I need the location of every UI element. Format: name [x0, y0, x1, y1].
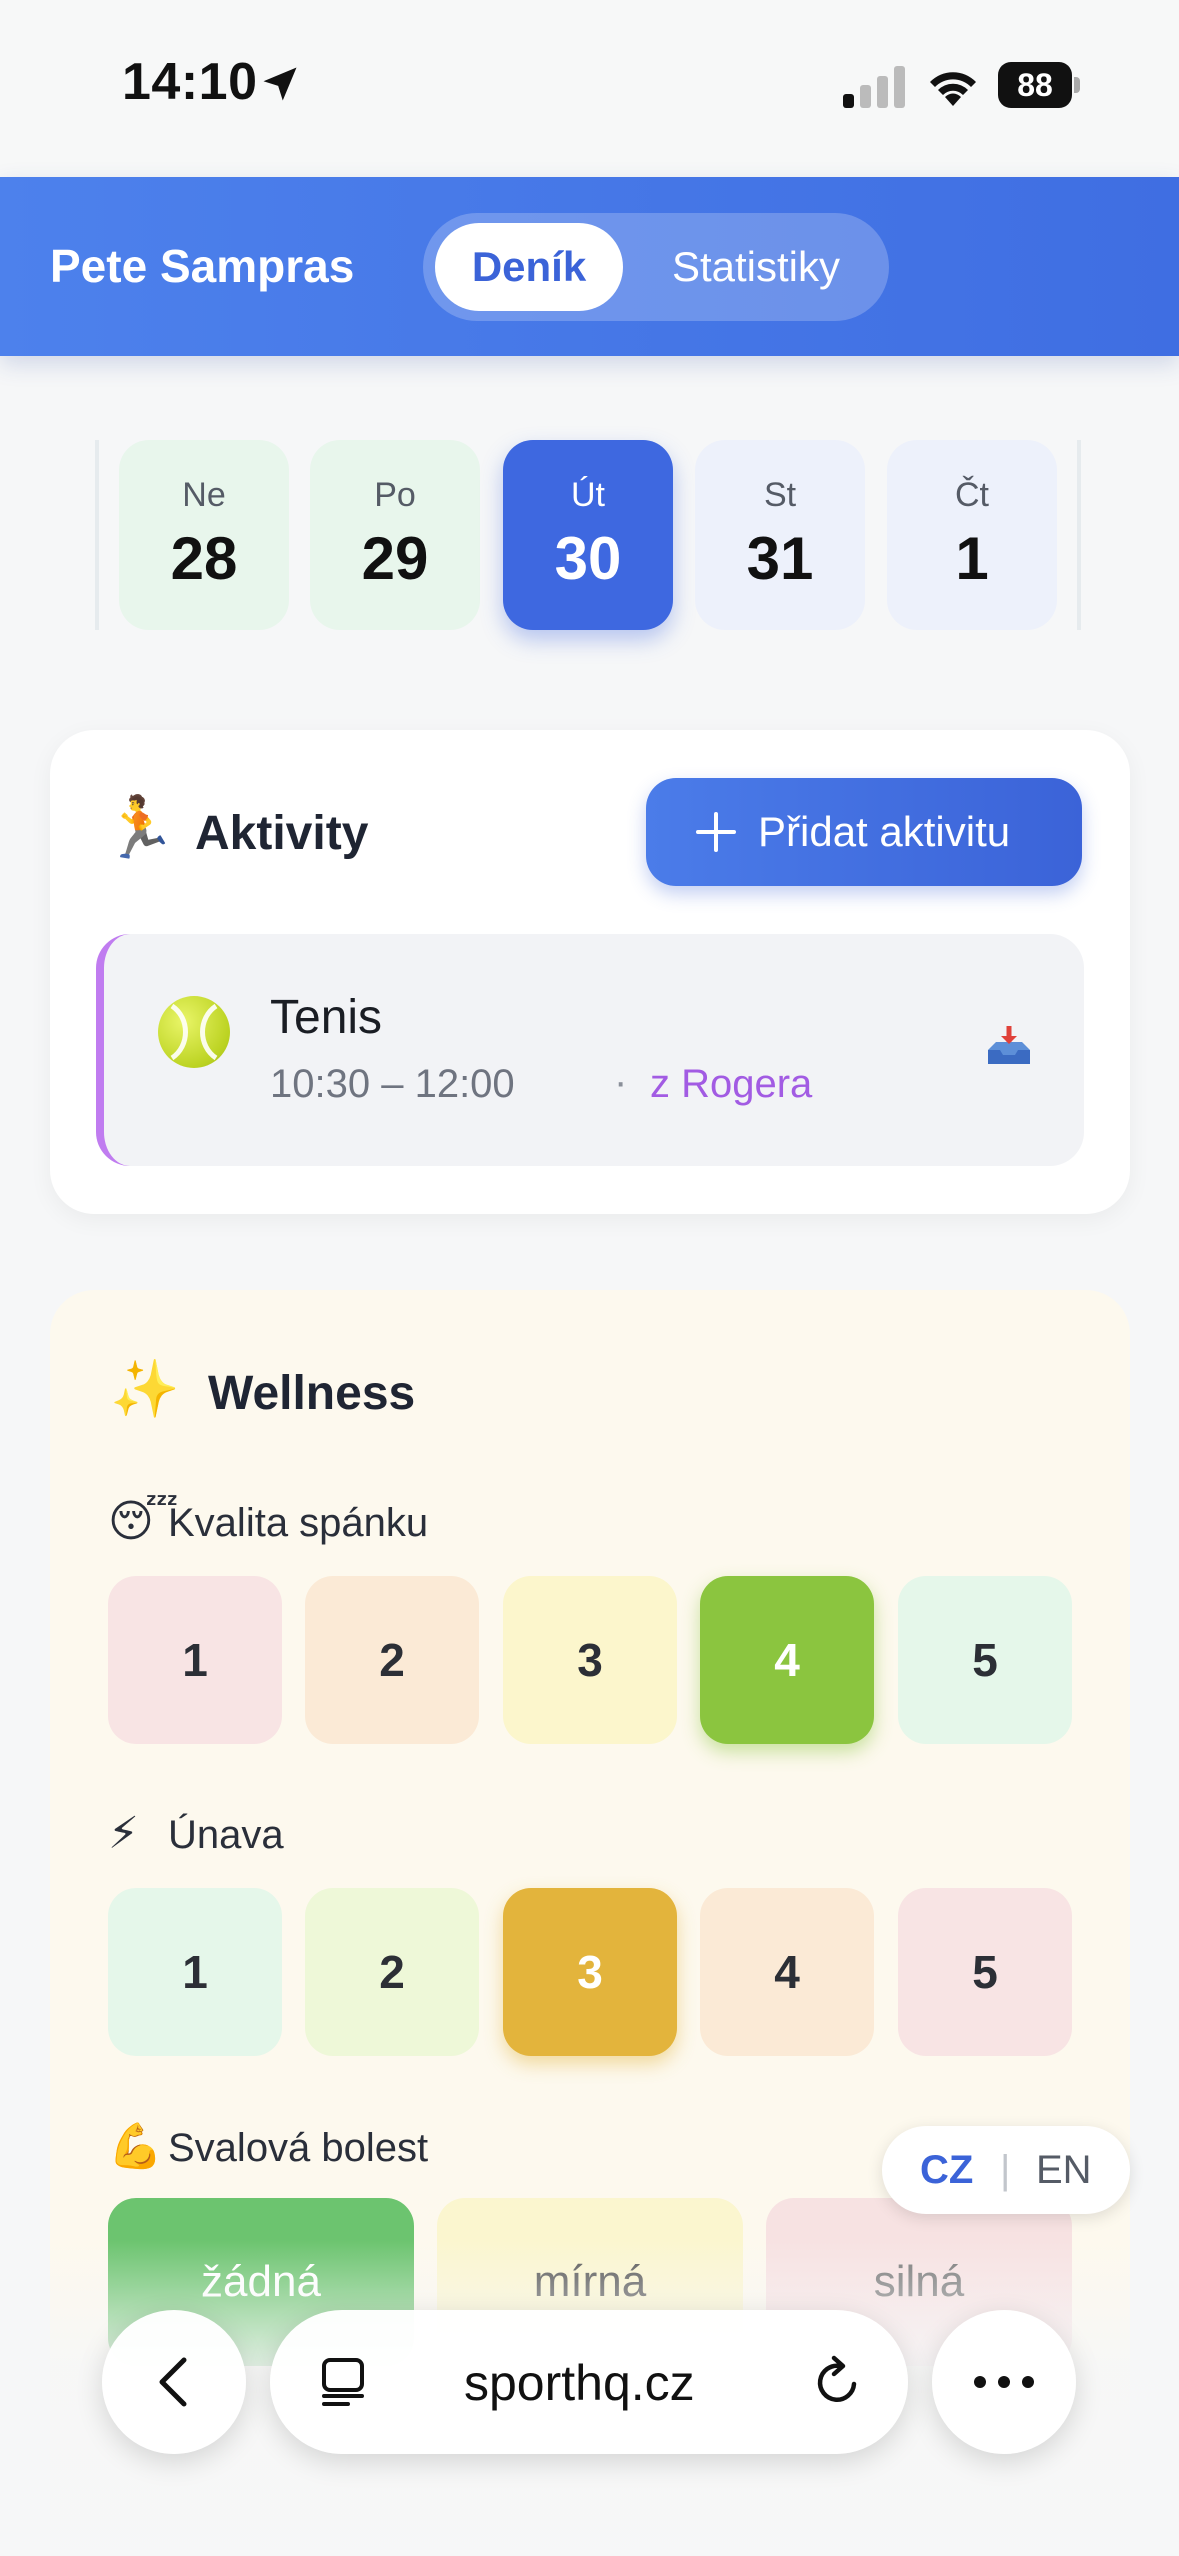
lang-separator: | — [1000, 2148, 1011, 2192]
sleep-option-3[interactable]: 3 — [503, 1576, 677, 1744]
day-number: 29 — [361, 525, 429, 592]
fatigue-option-5[interactable]: 5 — [898, 1888, 1072, 2056]
sleep-option-1[interactable]: 1 — [108, 1576, 282, 1744]
day-number: 31 — [746, 525, 814, 592]
battery-level: 88 — [1017, 67, 1053, 103]
chevron-left-icon — [159, 2357, 187, 2407]
location-arrow-icon — [263, 67, 297, 101]
lightning-icon: ⚡ — [108, 1809, 139, 1858]
user-name: Pete Sampras — [50, 240, 355, 292]
fatigue-option-1[interactable]: 1 — [108, 1888, 282, 2056]
plus-icon — [696, 812, 736, 852]
muscle-soreness-label: 💪 Svalová bolest — [108, 2120, 428, 2172]
view-switcher: Deník Statistiky — [423, 213, 889, 321]
wifi-icon — [930, 72, 976, 106]
day-chip[interactable]: Ne 28 — [119, 440, 289, 630]
muscle-soreness-text: Svalová bolest — [168, 2126, 429, 2170]
sleep-quality-label: 😴Kvalita spánku — [108, 1496, 428, 1547]
day-number: 28 — [170, 525, 238, 592]
browser-url: sporthq.cz — [464, 2355, 695, 2411]
activities-card: 🏃 Aktivity Přidat aktivitu Tenis 10:30 –… — [50, 730, 1130, 1214]
app-header: Pete Sampras Deník Statistiky — [0, 177, 1179, 356]
sleeping-face-icon: 😴 — [108, 1497, 179, 1546]
inbox-import-icon[interactable] — [984, 1022, 1034, 1072]
fatigue-option-2[interactable]: 2 — [305, 1888, 479, 2056]
status-bar: 14:10 88 — [0, 0, 1179, 177]
tennis-ball-icon — [158, 996, 230, 1068]
lang-en[interactable]: EN — [1036, 2126, 1092, 2214]
browser-back-button[interactable] — [102, 2310, 246, 2454]
day-strip: Ne 28 Po 29 Út 30 St 31 Čt 1 — [95, 440, 1080, 630]
activity-item[interactable]: Tenis 10:30 – 12:00 · z Rogera — [96, 934, 1084, 1166]
reload-icon[interactable] — [810, 2354, 866, 2410]
fatigue-option-3-selected[interactable]: 3 — [503, 1888, 677, 2056]
day-number: 1 — [955, 525, 989, 592]
activity-separator: · — [614, 1060, 628, 1104]
day-chip[interactable]: Čt 1 — [887, 440, 1057, 630]
fatigue-text: Únava — [168, 1813, 284, 1857]
language-switch: CZ | EN — [882, 2126, 1130, 2214]
day-number: 30 — [554, 525, 622, 592]
day-weekday: Út — [571, 476, 605, 514]
activity-time: 10:30 – 12:00 — [270, 1062, 515, 1106]
sleep-option-4-selected[interactable]: 4 — [700, 1576, 874, 1744]
runner-icon: 🏃 — [102, 794, 177, 861]
more-dots-icon — [974, 2376, 1034, 2388]
browser-address-bar[interactable]: sporthq.cz — [270, 2310, 908, 2454]
activity-from: z Rogera — [650, 1062, 813, 1106]
activity-name: Tenis — [270, 991, 383, 1044]
lang-cz[interactable]: CZ — [920, 2126, 973, 2214]
activities-title: Aktivity — [195, 807, 369, 860]
add-activity-label: Přidat aktivitu — [758, 808, 1011, 855]
reader-mode-icon[interactable] — [318, 2356, 370, 2408]
tab-statistiky[interactable]: Statistiky — [633, 223, 879, 311]
wellness-title: Wellness — [208, 1367, 416, 1420]
day-weekday: Po — [374, 476, 416, 514]
sleep-option-2[interactable]: 2 — [305, 1576, 479, 1744]
browser-more-button[interactable] — [932, 2310, 1076, 2454]
day-weekday: Ne — [182, 476, 226, 514]
cellular-signal-icon — [843, 66, 905, 108]
day-weekday: St — [763, 476, 797, 514]
sleep-quality-text: Kvalita spánku — [168, 1501, 429, 1545]
day-chip[interactable]: St 31 — [695, 440, 865, 630]
tab-denik[interactable]: Deník — [435, 223, 623, 311]
day-weekday: Čt — [955, 476, 989, 514]
day-chip[interactable]: Po 29 — [310, 440, 480, 630]
add-activity-button[interactable]: Přidat aktivitu — [646, 778, 1082, 886]
fatigue-option-4[interactable]: 4 — [700, 1888, 874, 2056]
flexed-biceps-icon: 💪 — [108, 2122, 163, 2171]
sleep-option-5[interactable]: 5 — [898, 1576, 1072, 1744]
day-chip-selected[interactable]: Út 30 — [503, 440, 673, 630]
battery-icon: 88 — [998, 62, 1080, 108]
sparkles-icon: ✨ — [110, 1357, 180, 1420]
fatigue-label: ⚡ Únava — [108, 1808, 284, 1859]
status-time: 14:10 — [122, 53, 258, 111]
